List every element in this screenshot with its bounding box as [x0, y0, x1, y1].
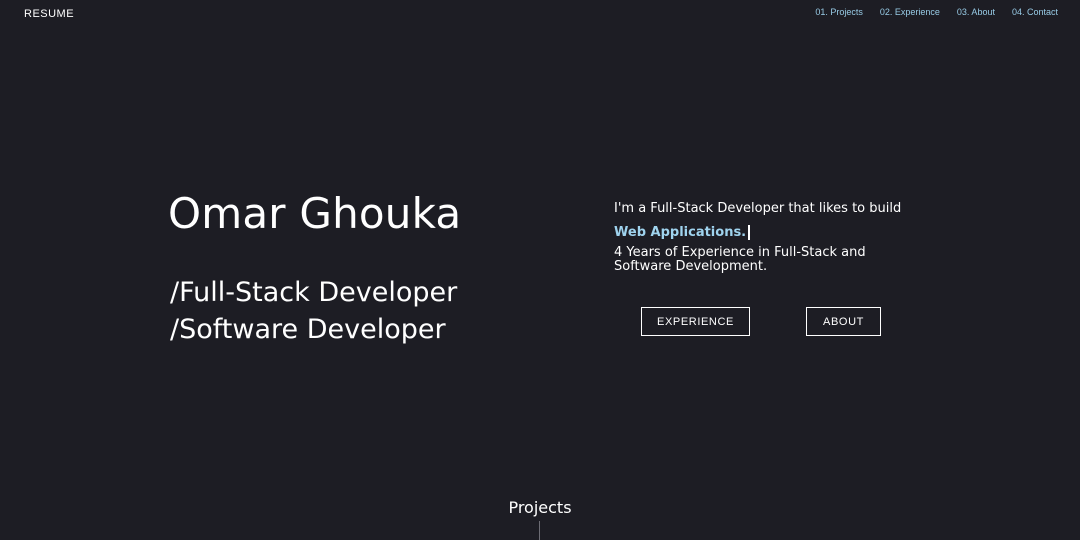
- projects-section-title: Projects: [508, 498, 572, 517]
- hero-name: Omar Ghouka: [168, 189, 462, 238]
- typed-text: Web Applications.: [614, 224, 747, 240]
- intro-block: I'm a Full-Stack Developer that likes to…: [614, 200, 904, 274]
- section-divider: [539, 521, 540, 540]
- experience-text: 4 Years of Experience in Full-Stack and …: [614, 245, 866, 274]
- nav-link-projects[interactable]: 01. Projects: [815, 7, 863, 17]
- nav-link-about[interactable]: 03. About: [957, 7, 995, 17]
- logo-link[interactable]: RESUME: [24, 8, 74, 20]
- experience-button[interactable]: EXPERIENCE: [641, 307, 750, 336]
- page: RESUME 01. Projects 02. Experience 03. A…: [0, 0, 1080, 540]
- top-nav: 01. Projects 02. Experience 03. About 04…: [815, 7, 1058, 17]
- typing-cursor: [748, 224, 751, 240]
- intro-text: I'm a Full-Stack Developer that likes to…: [614, 201, 902, 216]
- about-button[interactable]: ABOUT: [806, 307, 881, 336]
- role-fullstack: /Full-Stack Developer: [170, 277, 458, 308]
- typed-line: Web Applications.: [614, 223, 904, 241]
- nav-link-experience[interactable]: 02. Experience: [880, 7, 940, 17]
- role-software: /Software Developer: [170, 314, 446, 345]
- nav-link-contact[interactable]: 04. Contact: [1012, 7, 1058, 17]
- roles: /Full-Stack Developer /Software Develope…: [170, 274, 457, 348]
